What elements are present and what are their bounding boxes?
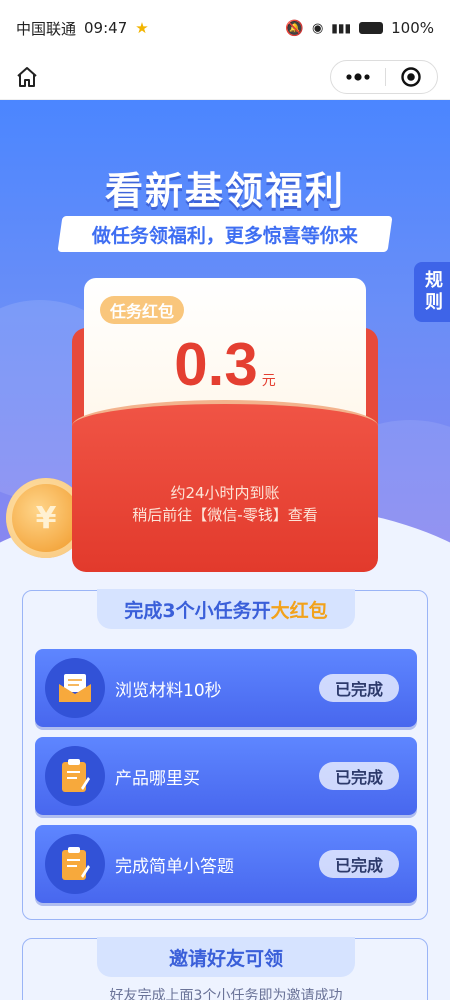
arrival-note: 约24小时内到账	[170, 484, 280, 502]
wifi-icon: ◉	[311, 20, 324, 36]
clipboard-icon	[62, 759, 90, 792]
star-icon: ★	[135, 19, 149, 37]
red-envelope: 任务红包 0.3 元 约24小时内到账 稍后前往【微信-零钱】查看	[72, 278, 378, 574]
hero-subtitle-banner: 做任务领福利，更多惊喜等你来	[57, 216, 393, 252]
amount-unit: 元	[261, 373, 276, 389]
task-header-highlight: 大红包	[270, 599, 328, 622]
close-button[interactable]	[385, 61, 437, 93]
task-header-text: 完成3个小任务开	[124, 599, 271, 622]
task-status-button[interactable]: 已完成	[319, 674, 399, 702]
hero-title: 看新基领福利	[104, 169, 345, 213]
invite-panel: 邀请好友可领 好友完成上面3个小任务即为邀请成功	[22, 937, 428, 1000]
amount-value: 0.3	[174, 331, 258, 398]
task-item[interactable]: 完成简单小答题 已完成	[35, 825, 417, 903]
nav-bar	[0, 56, 450, 100]
more-dots-icon	[346, 73, 370, 81]
invite-subtext: 好友完成上面3个小任务即为邀请成功	[109, 988, 343, 1000]
hero-subtitle: 做任务领福利，更多惊喜等你来	[91, 224, 358, 247]
home-icon	[17, 67, 37, 87]
status-left: 中国联通 09:47 ★	[16, 18, 149, 39]
carrier-text: 中国联通	[16, 19, 77, 38]
task-panel: 完成3个小任务开 大红包 浏览材料10秒 已完成 产品哪里买 已完成 完成简单小…	[22, 589, 428, 920]
task-label: 产品哪里买	[115, 768, 200, 789]
task-status-button[interactable]: 已完成	[319, 850, 399, 878]
invite-panel-header: 邀请好友可领	[97, 937, 355, 977]
status-bar: 中国联通 09:47 ★ 🔕 ◉ ▮▮▮ 100%	[0, 0, 450, 56]
envelope-icon	[59, 674, 91, 702]
task-item[interactable]: 产品哪里买 已完成	[35, 737, 417, 815]
signal-icon: ▮▮▮	[331, 21, 352, 35]
clock-text: 09:47	[84, 19, 128, 37]
mute-icon: 🔕	[285, 19, 304, 37]
check-wallet-note: 稍后前往【微信-零钱】查看	[132, 506, 318, 524]
home-button[interactable]	[10, 60, 44, 94]
rules-button[interactable]: 规则	[414, 262, 450, 322]
status-right: 🔕 ◉ ▮▮▮ 100%	[285, 19, 434, 37]
task-icon-wrap	[45, 746, 105, 806]
close-target-icon	[401, 67, 421, 87]
more-button[interactable]	[331, 61, 385, 93]
reward-amount: 0.3 元	[84, 330, 366, 399]
task-icon-wrap	[45, 658, 105, 718]
task-status-button[interactable]: 已完成	[319, 762, 399, 790]
clipboard-icon	[62, 847, 90, 880]
task-item[interactable]: 浏览材料10秒 已完成	[35, 649, 417, 727]
battery-text: 100%	[391, 19, 434, 37]
mini-program-capsule	[330, 60, 438, 94]
task-label: 浏览材料10秒	[115, 680, 222, 701]
task-red-packet-tag: 任务红包	[100, 296, 185, 324]
battery-icon	[359, 22, 384, 34]
task-label: 完成简单小答题	[115, 856, 234, 877]
task-panel-header: 完成3个小任务开 大红包	[97, 589, 355, 629]
task-icon-wrap	[45, 834, 105, 894]
